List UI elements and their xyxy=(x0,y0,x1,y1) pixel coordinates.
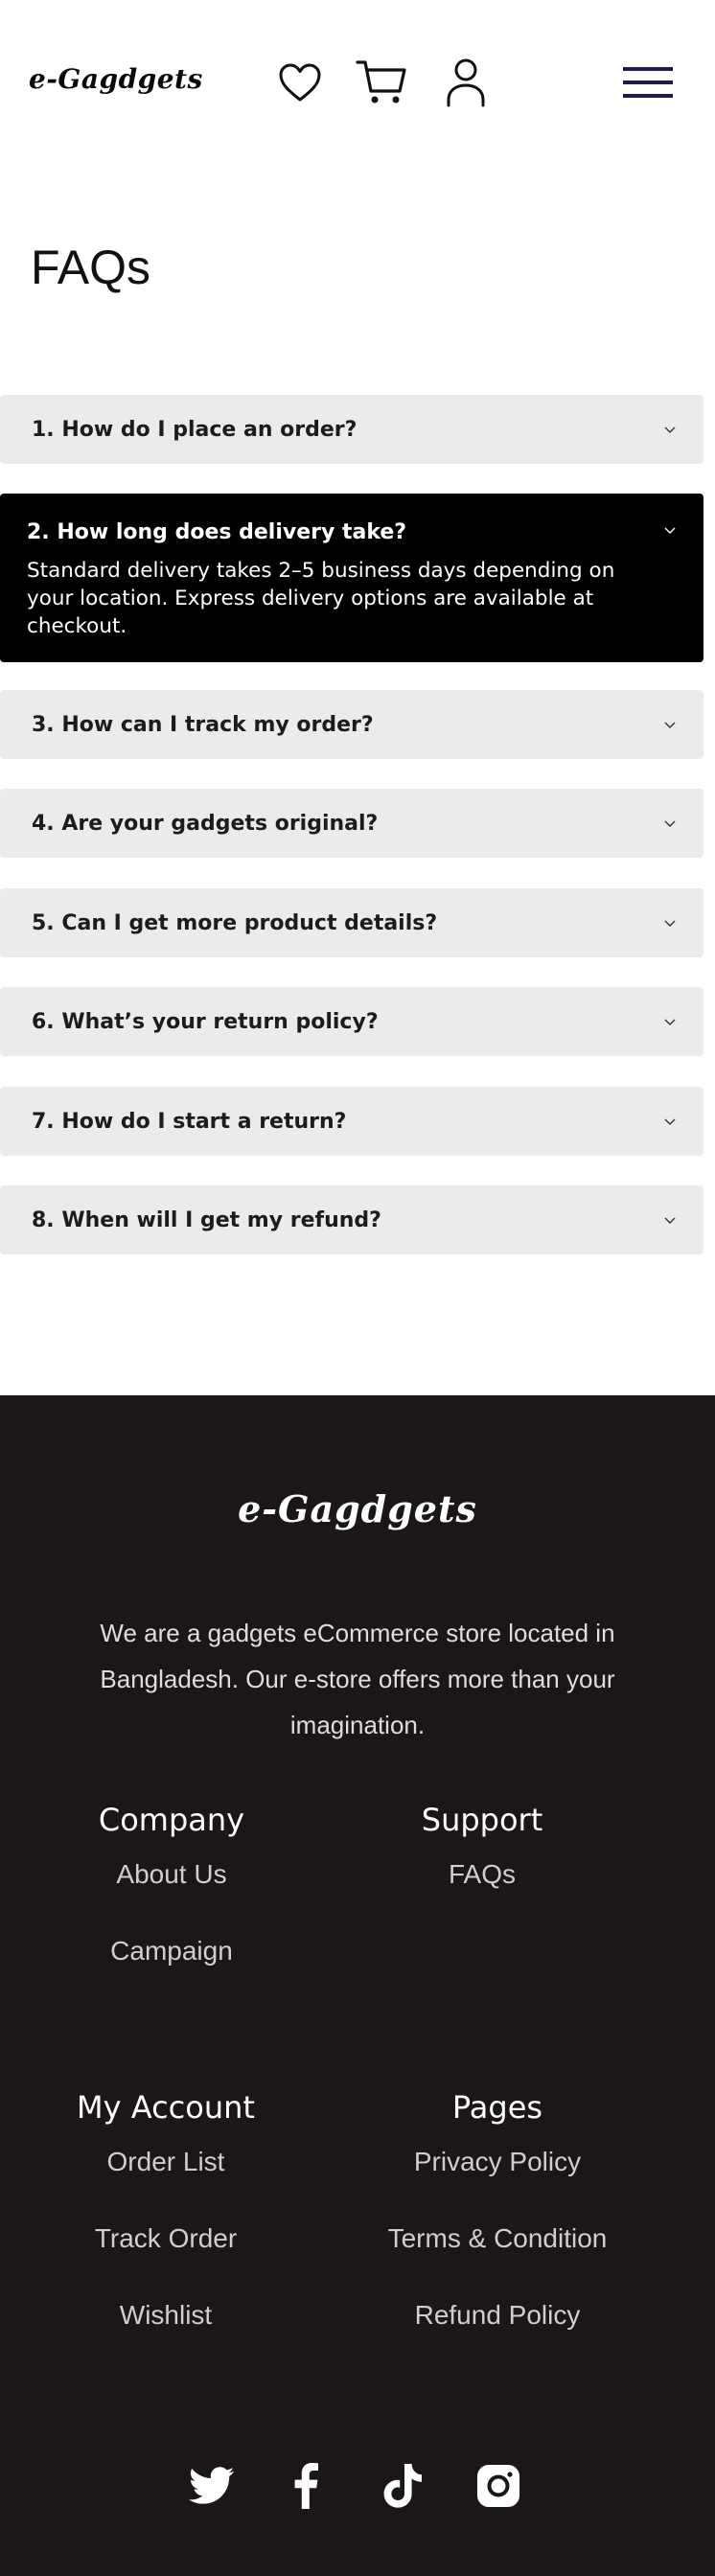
footer-link-campaign[interactable]: Campaign xyxy=(18,1936,325,1966)
chevron-down-icon xyxy=(664,722,676,728)
footer-account-column: My Account Order List Track Order Wishli… xyxy=(12,2089,319,2358)
heart-icon xyxy=(279,63,321,102)
faq-question: 6. What’s your return policy? xyxy=(32,1010,379,1034)
twitter-link[interactable] xyxy=(185,2459,239,2513)
faq-answer: Standard delivery takes 2–5 business day… xyxy=(27,559,615,638)
account-button[interactable] xyxy=(439,56,493,109)
twitter-icon xyxy=(189,2467,235,2504)
footer-pages-column: Pages Privacy Policy Terms & Condition R… xyxy=(344,2089,651,2358)
footer-company-heading: Company xyxy=(98,1802,245,1838)
footer-logo[interactable]: e-Gagdgets xyxy=(0,1487,715,1530)
chevron-down-icon xyxy=(664,820,676,827)
cart-button[interactable] xyxy=(355,56,408,109)
footer-link-privacy-policy[interactable]: Privacy Policy xyxy=(344,2147,651,2177)
faq-item-4[interactable]: 4. Are your gadgets original? xyxy=(0,789,703,858)
cart-icon xyxy=(356,60,406,104)
facebook-icon xyxy=(294,2463,318,2509)
faq-item-7[interactable]: 7. How do I start a return? xyxy=(0,1087,703,1156)
user-icon xyxy=(447,58,485,107)
faq-question: 7. How do I start a return? xyxy=(32,1110,347,1134)
faq-question: 3. How can I track my order? xyxy=(32,713,374,737)
footer-link-faqs[interactable]: FAQs xyxy=(329,1859,635,1890)
footer-link-terms-condition[interactable]: Terms & Condition xyxy=(344,2223,651,2254)
faq-question: 8. When will I get my refund? xyxy=(32,1208,381,1232)
footer-link-order-list[interactable]: Order List xyxy=(12,2147,319,2177)
faq-item-8[interactable]: 8. When will I get my refund? xyxy=(0,1185,703,1254)
chevron-down-icon xyxy=(664,1118,676,1125)
chevron-down-icon xyxy=(664,1019,676,1025)
footer-support-column: Support FAQs xyxy=(329,1802,635,1917)
footer-account-heading: My Account xyxy=(77,2089,255,2126)
faq-question: 5. Can I get more product details? xyxy=(32,911,438,935)
page-title: FAQs xyxy=(31,241,151,294)
faq-question: 2. How long does delivery take? xyxy=(27,520,407,544)
menu-button[interactable] xyxy=(621,56,675,109)
chevron-down-icon xyxy=(664,426,676,433)
chevron-down-icon xyxy=(664,1217,676,1224)
faq-item-5[interactable]: 5. Can I get more product details? xyxy=(0,888,703,957)
faq-item-2[interactable]: 2. How long does delivery take? Standard… xyxy=(0,494,703,662)
faq-question: 1. How do I place an order? xyxy=(32,418,358,442)
site-header: e-Gagdgets xyxy=(0,0,715,163)
wishlist-button[interactable] xyxy=(273,56,327,109)
menu-icon xyxy=(623,67,673,98)
faq-item-6[interactable]: 6. What’s your return policy? xyxy=(0,987,703,1056)
faq-item-3[interactable]: 3. How can I track my order? xyxy=(0,690,703,759)
faq-question: 4. Are your gadgets original? xyxy=(32,812,379,836)
facebook-link[interactable] xyxy=(279,2459,333,2513)
footer-link-track-order[interactable]: Track Order xyxy=(12,2223,319,2254)
instagram-link[interactable] xyxy=(472,2459,525,2513)
chevron-down-icon xyxy=(664,527,676,534)
site-footer: e-Gagdgets We are a gadgets eCommerce st… xyxy=(0,1395,715,2576)
footer-description: We are a gadgets eCommerce store located… xyxy=(100,1619,615,1739)
site-logo[interactable]: e-Gagdgets xyxy=(29,63,203,95)
chevron-down-icon xyxy=(664,920,676,927)
footer-pages-heading: Pages xyxy=(451,2089,543,2126)
faq-item-1[interactable]: 1. How do I place an order? xyxy=(0,395,703,464)
tiktok-icon xyxy=(383,2464,422,2508)
footer-company-column: Company About Us Campaign xyxy=(18,1802,325,1993)
instagram-icon xyxy=(477,2465,519,2507)
footer-link-refund-policy[interactable]: Refund Policy xyxy=(344,2300,651,2331)
footer-link-about-us[interactable]: About Us xyxy=(18,1859,325,1890)
footer-link-wishlist[interactable]: Wishlist xyxy=(12,2300,319,2331)
tiktok-link[interactable] xyxy=(376,2459,429,2513)
footer-support-heading: Support xyxy=(421,1802,543,1838)
